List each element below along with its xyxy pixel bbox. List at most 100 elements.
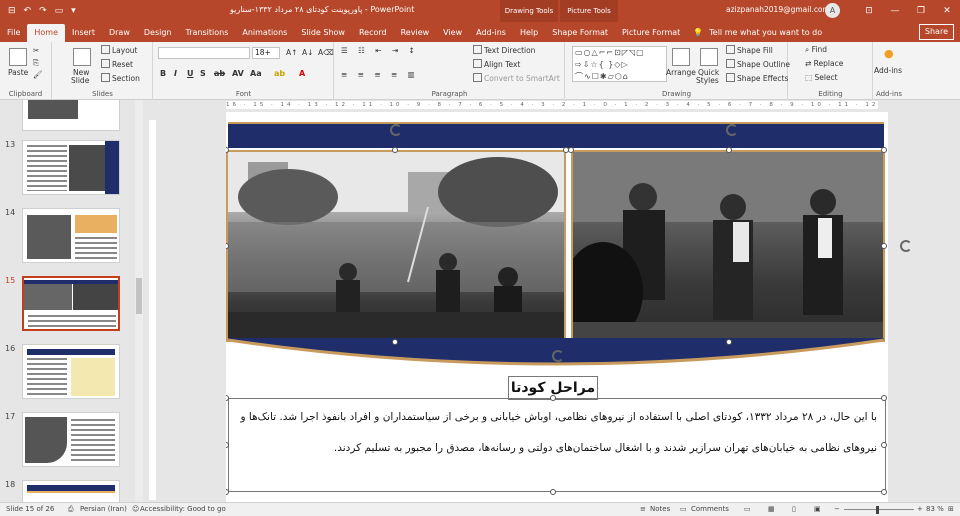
slide-sorter-icon[interactable]: ▦ <box>768 505 775 513</box>
customize-icon[interactable]: ▾ <box>71 6 76 16</box>
autosave-icon[interactable]: ⊟ <box>8 6 16 16</box>
tab-transitions[interactable]: Transitions <box>179 24 236 42</box>
slide-thumbnail-18[interactable] <box>22 480 120 502</box>
resize-handle[interactable] <box>881 489 887 495</box>
tab-shape-format[interactable]: Shape Format <box>545 24 615 42</box>
section-button[interactable]: Section <box>101 73 140 83</box>
select-button[interactable]: ⬚ Select <box>805 73 838 82</box>
rotate-handle-icon[interactable] <box>900 240 912 252</box>
resize-handle[interactable] <box>726 147 732 153</box>
italic-icon[interactable]: I <box>174 69 177 78</box>
tab-help[interactable]: Help <box>513 24 545 42</box>
slideshow-icon[interactable]: ▣ <box>814 505 821 513</box>
thumbnails-scroll-thumb[interactable] <box>136 278 142 314</box>
rotate-handle-icon[interactable] <box>552 350 564 362</box>
slide-thumbnail-16[interactable] <box>22 344 120 399</box>
resize-handle[interactable] <box>550 489 556 495</box>
paste-icon[interactable] <box>9 48 27 66</box>
resize-handle[interactable] <box>550 395 556 401</box>
shapes-gallery[interactable]: ▭○△⌐⌐⊡◸◹▢ ⇨⇩☆{ }◇▷ ⌒∿☐✱▱⬡⌂ <box>572 46 667 82</box>
resize-handle[interactable] <box>226 489 229 495</box>
paste-button[interactable]: Paste <box>8 68 28 77</box>
clear-format-icon[interactable]: A⌫ <box>318 48 334 57</box>
tab-slide-show[interactable]: Slide Show <box>294 24 352 42</box>
notes-button[interactable]: Notes <box>650 505 670 513</box>
tab-animations[interactable]: Animations <box>235 24 294 42</box>
rotate-handle-icon[interactable] <box>726 124 738 136</box>
zoom-slider-thumb[interactable] <box>876 506 879 514</box>
slide-body-text[interactable]: با این حال، در ۲۸ مرداد ۱۳۳۲، کودتای اصل… <box>228 398 886 492</box>
addins-button[interactable]: Add-ins <box>874 66 902 75</box>
thumbnails-scrollbar[interactable] <box>135 100 143 502</box>
cut-icon[interactable]: ✂ <box>33 46 39 55</box>
avatar[interactable]: A <box>825 3 840 18</box>
underline-icon[interactable]: U <box>187 69 194 78</box>
spacing-icon[interactable]: AV <box>232 69 244 78</box>
share-button[interactable]: Share <box>918 24 954 40</box>
slide-thumbnail-13[interactable] <box>22 140 120 195</box>
format-painter-icon[interactable]: 🖌 <box>33 70 43 79</box>
strikethrough-icon[interactable]: ab <box>214 69 225 78</box>
convert-smartart-button[interactable]: Convert to SmartArt <box>473 73 560 83</box>
tab-view[interactable]: View <box>436 24 469 42</box>
replace-button[interactable]: ⇄ Replace <box>805 59 843 68</box>
ribbon-display-icon[interactable]: ⊡ <box>856 0 882 22</box>
addins-icon[interactable]: ● <box>884 47 894 60</box>
tab-insert[interactable]: Insert <box>65 24 102 42</box>
redo-icon[interactable]: ↷ <box>39 6 47 16</box>
crowd-photo-right[interactable] <box>571 150 885 342</box>
zoom-slider-track[interactable] <box>844 509 914 510</box>
bold-icon[interactable]: B <box>160 69 166 78</box>
resize-handle[interactable] <box>392 147 398 153</box>
tab-home[interactable]: Home <box>27 24 66 42</box>
tab-record[interactable]: Record <box>352 24 394 42</box>
resize-handle[interactable] <box>881 147 887 153</box>
normal-view-icon[interactable]: ▭ <box>744 505 751 513</box>
crowd-photo-left[interactable] <box>226 150 566 342</box>
quick-styles-icon[interactable] <box>700 48 718 66</box>
layout-button[interactable]: Layout <box>101 45 138 55</box>
zoom-level[interactable]: 83 % <box>926 505 944 513</box>
arrange-icon[interactable] <box>672 48 690 66</box>
zoom-out-icon[interactable]: − <box>834 505 840 513</box>
font-color-icon[interactable]: A <box>299 69 305 78</box>
shadow-icon[interactable]: S <box>200 69 206 78</box>
comments-button[interactable]: Comments <box>691 505 729 513</box>
tab-add-ins[interactable]: Add-ins <box>469 24 513 42</box>
tab-file[interactable]: File <box>0 24 27 42</box>
highlight-icon[interactable]: ab <box>274 69 285 78</box>
text-direction-button[interactable]: Text Direction <box>473 45 535 55</box>
spellcheck-icon[interactable]: ⎙ <box>68 505 74 514</box>
find-button[interactable]: ⌕ Find <box>805 45 827 55</box>
shape-outline-button[interactable]: Shape Outline <box>726 59 790 69</box>
align-buttons[interactable]: ≡ ≡ ≡ ≡ ▥ <box>341 70 419 79</box>
zoom-in-icon[interactable]: + <box>917 505 923 513</box>
reading-view-icon[interactable]: ▯ <box>792 505 796 513</box>
resize-handle[interactable] <box>881 243 887 249</box>
accessibility-status[interactable]: Accessibility: Good to go <box>140 505 226 513</box>
resize-handle[interactable] <box>392 339 398 345</box>
align-text-button[interactable]: Align Text <box>473 59 520 69</box>
language-status[interactable]: Persian (Iran) <box>80 505 127 513</box>
quick-styles-button-line2[interactable]: Styles <box>696 76 719 85</box>
slide-scrollbar[interactable] <box>949 112 960 502</box>
present-icon[interactable]: ▭ <box>55 6 64 16</box>
new-slide-icon[interactable] <box>73 48 91 66</box>
arrange-button[interactable]: Arrange <box>666 68 696 77</box>
resize-handle[interactable] <box>726 339 732 345</box>
tab-picture-format[interactable]: Picture Format <box>615 24 687 42</box>
slide-canvas[interactable]: مراحل کودتا با این حال، در ۲۸ مرداد ۱۳۳۲… <box>226 112 888 502</box>
shape-fill-button[interactable]: Shape Fill <box>726 45 773 55</box>
copy-icon[interactable]: ⎘ <box>33 58 39 68</box>
resize-handle[interactable] <box>881 442 887 448</box>
tab-review[interactable]: Review <box>394 24 437 42</box>
restore-icon[interactable]: ❐ <box>908 0 934 22</box>
change-case-icon[interactable]: Aa <box>250 69 262 78</box>
slide-thumbnail-15[interactable] <box>22 276 120 331</box>
shape-effects-button[interactable]: Shape Effects <box>726 73 788 83</box>
minimize-icon[interactable]: — <box>882 0 908 22</box>
slide-thumbnail-12[interactable] <box>22 100 120 131</box>
font-name-input[interactable] <box>158 47 250 59</box>
tell-me-search[interactable]: Tell me what you want to do <box>709 24 822 42</box>
tab-draw[interactable]: Draw <box>102 24 137 42</box>
